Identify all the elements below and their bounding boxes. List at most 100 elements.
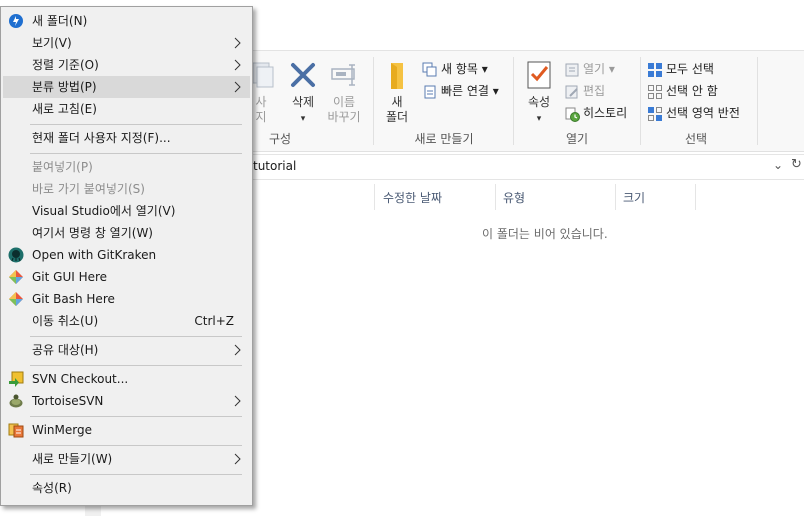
select-none-label: 선택 안 함: [666, 84, 718, 98]
select-none-icon: [648, 84, 662, 99]
edit-icon: [565, 85, 578, 98]
menu-item-label: 이동 취소(U): [32, 314, 99, 328]
menu-item-label: 새로 고침(E): [32, 102, 97, 116]
git-gui-icon: [9, 270, 23, 284]
column-separator: [695, 184, 696, 210]
menu-item-group-by[interactable]: 분류 방법(P): [3, 76, 250, 98]
menu-item-open-visual-studio[interactable]: Visual Studio에서 열기(V): [3, 200, 250, 222]
menu-item-shortcut: Ctrl+Z: [194, 314, 234, 328]
new-folder-shortcut-icon: [9, 14, 23, 28]
new-item-icon: [422, 62, 437, 76]
chevron-right-icon: [234, 453, 241, 465]
tortoisesvn-icon: [9, 394, 23, 408]
menu-item-undo-move[interactable]: 이동 취소(U) Ctrl+Z: [3, 310, 250, 332]
easy-access-button[interactable]: 빠른 연결 ▾: [422, 81, 499, 101]
open-icon: [565, 63, 579, 76]
refresh-icon[interactable]: ↻: [791, 157, 802, 172]
menu-item-label: Visual Studio에서 열기(V): [32, 204, 176, 218]
menu-item-open-gitkraken[interactable]: Open with GitKraken: [3, 244, 250, 266]
delete-button[interactable]: 삭제 ▾: [282, 59, 324, 127]
gitkraken-icon: [8, 247, 24, 263]
menu-separator: [30, 416, 242, 417]
menu-item-svn-checkout[interactable]: SVN Checkout...: [3, 368, 250, 390]
menu-item-customize-folder[interactable]: 현재 폴더 사용자 지정(F)...: [3, 127, 250, 149]
menu-item-sort-by[interactable]: 정렬 기준(O): [3, 54, 250, 76]
menu-item-share-with[interactable]: 공유 대상(H): [3, 339, 250, 361]
menu-item-paste[interactable]: 붙여넣기(P): [3, 156, 250, 178]
chevron-right-icon: [234, 344, 241, 356]
column-separator: [495, 184, 496, 210]
history-label: 히스토리: [583, 106, 628, 120]
svn-checkout-icon: [9, 371, 24, 387]
select-all-button[interactable]: 모두 선택: [647, 59, 714, 79]
menu-item-label: 새로 만들기(W): [32, 452, 113, 466]
copy-to-label: 사: [255, 95, 267, 109]
history-icon: [565, 107, 580, 122]
menu-item-label: 새 폴더(N): [32, 14, 88, 28]
menu-item-new-folder[interactable]: 새 폴더(N): [3, 10, 250, 32]
column-date-modified[interactable]: 수정한 날짜: [383, 189, 442, 206]
winmerge-icon: [8, 423, 24, 438]
menu-item-open-command-window[interactable]: 여기서 명령 창 열기(W): [3, 222, 250, 244]
easy-access-label: 빠른 연결 ▾: [441, 84, 499, 98]
new-group-title: 새로 만들기: [414, 132, 474, 146]
select-group-title: 선택: [684, 132, 708, 146]
menu-item-refresh[interactable]: 새로 고침(E): [3, 98, 250, 120]
history-button[interactable]: 히스토리: [564, 103, 627, 123]
menu-item-winmerge[interactable]: WinMerge: [3, 419, 250, 441]
menu-separator: [30, 336, 242, 337]
menu-item-label: Git Bash Here: [32, 292, 115, 306]
open-label: 열기 ▾: [583, 62, 615, 76]
rename-label: 이름 바꾸기: [327, 95, 361, 124]
invert-selection-label: 선택 영역 반전: [666, 106, 740, 120]
menu-item-label: Open with GitKraken: [32, 248, 157, 262]
ribbon-separator: [757, 57, 758, 145]
menu-item-label: 여기서 명령 창 열기(W): [32, 226, 153, 240]
menu-item-label: 속성(R): [32, 481, 72, 495]
empty-folder-message: 이 폴더는 비어 있습니다.: [482, 227, 608, 241]
menu-item-new[interactable]: 새로 만들기(W): [3, 448, 250, 470]
column-type[interactable]: 유형: [503, 189, 525, 206]
context-menu: 새 폴더(N) 보기(V) 정렬 기준(O) 분류 방법(P) 새로 고침(E)…: [0, 6, 253, 506]
rename-button[interactable]: 이름 바꾸기: [323, 59, 365, 125]
menu-item-tortoisesvn[interactable]: TortoiseSVN: [3, 390, 250, 412]
edit-button[interactable]: 편집: [564, 81, 605, 101]
menu-item-label: 바로 가기 붙여넣기(S): [32, 182, 145, 196]
column-size[interactable]: 크기: [623, 189, 645, 206]
copy-to-label-2: 지: [255, 110, 267, 124]
select-all-label: 모두 선택: [666, 62, 714, 76]
menu-item-label: 분류 방법(P): [32, 80, 97, 94]
column-separator: [374, 184, 375, 210]
git-bash-icon: [9, 292, 23, 306]
new-item-label: 새 항목 ▾: [441, 62, 488, 76]
properties-check-icon: [527, 61, 551, 89]
new-item-button[interactable]: 새 항목 ▾: [422, 59, 488, 79]
open-button[interactable]: 열기 ▾: [564, 59, 615, 79]
menu-item-view[interactable]: 보기(V): [3, 32, 250, 54]
new-folder-button[interactable]: 새 폴더: [376, 59, 418, 125]
chevron-right-icon: [234, 37, 241, 49]
menu-item-paste-shortcut[interactable]: 바로 가기 붙여넣기(S): [3, 178, 250, 200]
menu-separator: [30, 474, 242, 475]
menu-separator: [30, 153, 242, 154]
select-group: 모두 선택 선택 안 함 선택 영역 반전 선택: [641, 51, 757, 151]
rename-icon: [331, 64, 355, 86]
folder-icon: [391, 63, 403, 89]
chevron-down-icon[interactable]: ⌄: [773, 158, 783, 172]
select-all-icon: [648, 62, 662, 77]
new-folder-label: 새 폴더: [385, 95, 409, 124]
properties-dropdown-icon: ▾: [536, 114, 542, 124]
invert-selection-button[interactable]: 선택 영역 반전: [647, 103, 740, 123]
menu-item-label: 붙여넣기(P): [32, 160, 93, 174]
menu-separator: [30, 365, 242, 366]
address-path: tutorial: [253, 159, 297, 173]
menu-item-git-gui[interactable]: Git GUI Here: [3, 266, 250, 288]
delete-label: 삭제: [291, 95, 315, 109]
select-none-button[interactable]: 선택 안 함: [647, 81, 718, 101]
menu-item-git-bash[interactable]: Git Bash Here: [3, 288, 250, 310]
easy-access-icon: [424, 85, 436, 98]
menu-item-label: 보기(V): [32, 36, 72, 50]
properties-button[interactable]: 속성 ▾: [518, 59, 560, 127]
chevron-right-icon: [234, 81, 241, 93]
menu-item-properties[interactable]: 속성(R): [3, 477, 250, 499]
